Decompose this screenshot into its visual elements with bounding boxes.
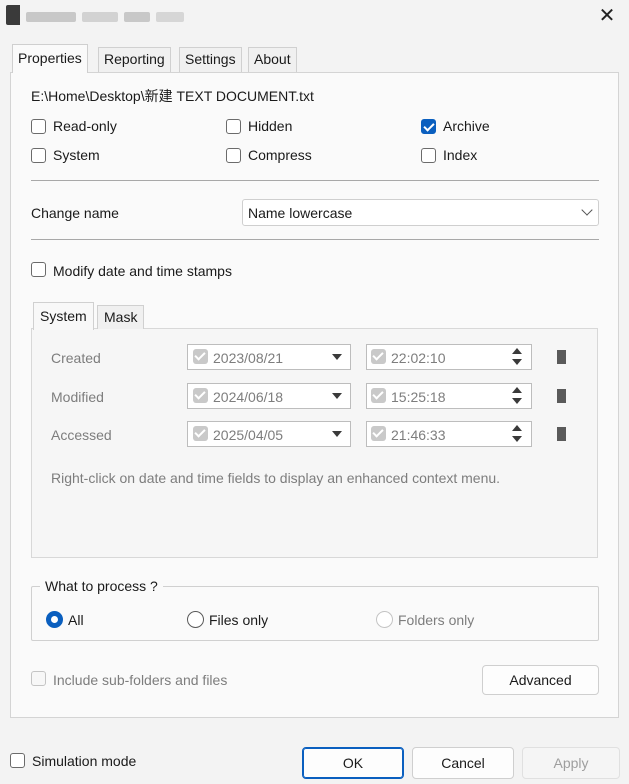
- change-name-label: Change name: [31, 205, 119, 221]
- tab-system[interactable]: System: [33, 302, 94, 330]
- window-title-blurred: [124, 12, 150, 22]
- accessed-time-checkbox[interactable]: [371, 426, 386, 441]
- created-label: Created: [51, 350, 101, 366]
- created-time: 22:02:10: [391, 350, 446, 366]
- change-name-value: Name lowercase: [248, 205, 353, 221]
- system-label: System: [53, 147, 100, 163]
- modify-stamps-label: Modify date and time stamps: [53, 263, 232, 279]
- spin-up-icon[interactable]: [512, 348, 522, 354]
- process-files-label: Files only: [209, 612, 269, 628]
- dropdown-arrow-icon[interactable]: [332, 354, 342, 360]
- created-date: 2023/08/21: [213, 350, 284, 366]
- close-icon[interactable]: ✕: [595, 4, 619, 28]
- index-label: Index: [443, 147, 478, 163]
- archive-label: Archive: [443, 118, 490, 134]
- calendar-icon[interactable]: [557, 350, 566, 364]
- modified-time: 15:25:18: [391, 389, 446, 405]
- tab-properties[interactable]: Properties: [12, 44, 88, 73]
- calendar-icon[interactable]: [557, 389, 566, 403]
- created-time-checkbox[interactable]: [371, 349, 386, 364]
- window-title-blurred: [156, 12, 184, 22]
- process-files-radio[interactable]: [187, 611, 204, 628]
- context-menu-hint: Right-click on date and time fields to d…: [51, 470, 501, 486]
- accessed-label: Accessed: [51, 427, 112, 443]
- hidden-label: Hidden: [248, 118, 293, 134]
- tab-settings[interactable]: Settings: [179, 47, 242, 72]
- divider: [31, 239, 599, 240]
- compress-checkbox[interactable]: [226, 148, 241, 163]
- tab-mask[interactable]: Mask: [97, 305, 145, 329]
- spin-up-icon[interactable]: [512, 387, 522, 393]
- accessed-date: 2025/04/05: [213, 427, 284, 443]
- include-subfolders-label: Include sub-folders and files: [53, 672, 228, 688]
- simulation-mode-label: Simulation mode: [32, 753, 137, 769]
- modified-time-checkbox[interactable]: [371, 388, 386, 403]
- tab-reporting[interactable]: Reporting: [98, 47, 171, 72]
- spin-down-icon[interactable]: [512, 359, 522, 365]
- ok-button[interactable]: OK: [302, 747, 404, 779]
- compress-label: Compress: [248, 147, 312, 163]
- cancel-button[interactable]: Cancel: [412, 747, 514, 779]
- dropdown-arrow-icon[interactable]: [332, 393, 342, 399]
- tab-about[interactable]: About: [248, 47, 297, 72]
- hidden-checkbox[interactable]: [226, 119, 241, 134]
- process-group: [31, 586, 599, 641]
- include-subfolders-checkbox[interactable]: [31, 671, 46, 686]
- system-checkbox[interactable]: [31, 148, 46, 163]
- window-title-blurred: [26, 12, 76, 22]
- index-checkbox[interactable]: [421, 148, 436, 163]
- apply-button[interactable]: Apply: [522, 747, 620, 779]
- file-path: E:\Home\Desktop\新建 TEXT DOCUMENT.txt: [31, 88, 314, 104]
- spin-down-icon[interactable]: [512, 398, 522, 404]
- read-only-checkbox[interactable]: [31, 119, 46, 134]
- process-folders-radio[interactable]: [376, 611, 393, 628]
- archive-checkbox[interactable]: [421, 119, 436, 134]
- process-all-label: All: [68, 612, 84, 628]
- modified-date: 2024/06/18: [213, 389, 284, 405]
- read-only-label: Read-only: [53, 118, 117, 134]
- advanced-button[interactable]: Advanced: [482, 665, 599, 695]
- process-all-radio[interactable]: [46, 611, 63, 628]
- modified-date-checkbox[interactable]: [193, 388, 208, 403]
- simulation-mode-checkbox[interactable]: [10, 753, 25, 768]
- created-date-checkbox[interactable]: [193, 349, 208, 364]
- dropdown-arrow-icon[interactable]: [332, 431, 342, 437]
- spin-down-icon[interactable]: [512, 436, 522, 442]
- process-group-label: What to process ?: [40, 578, 163, 594]
- modified-label: Modified: [51, 389, 104, 405]
- divider: [31, 180, 599, 181]
- modify-stamps-checkbox[interactable]: [31, 262, 46, 277]
- app-icon: [6, 5, 20, 25]
- spin-up-icon[interactable]: [512, 425, 522, 431]
- accessed-time: 21:46:33: [391, 427, 446, 443]
- accessed-date-checkbox[interactable]: [193, 426, 208, 441]
- window-title-blurred: [82, 12, 118, 22]
- calendar-icon[interactable]: [557, 427, 566, 441]
- process-folders-label: Folders only: [398, 612, 475, 628]
